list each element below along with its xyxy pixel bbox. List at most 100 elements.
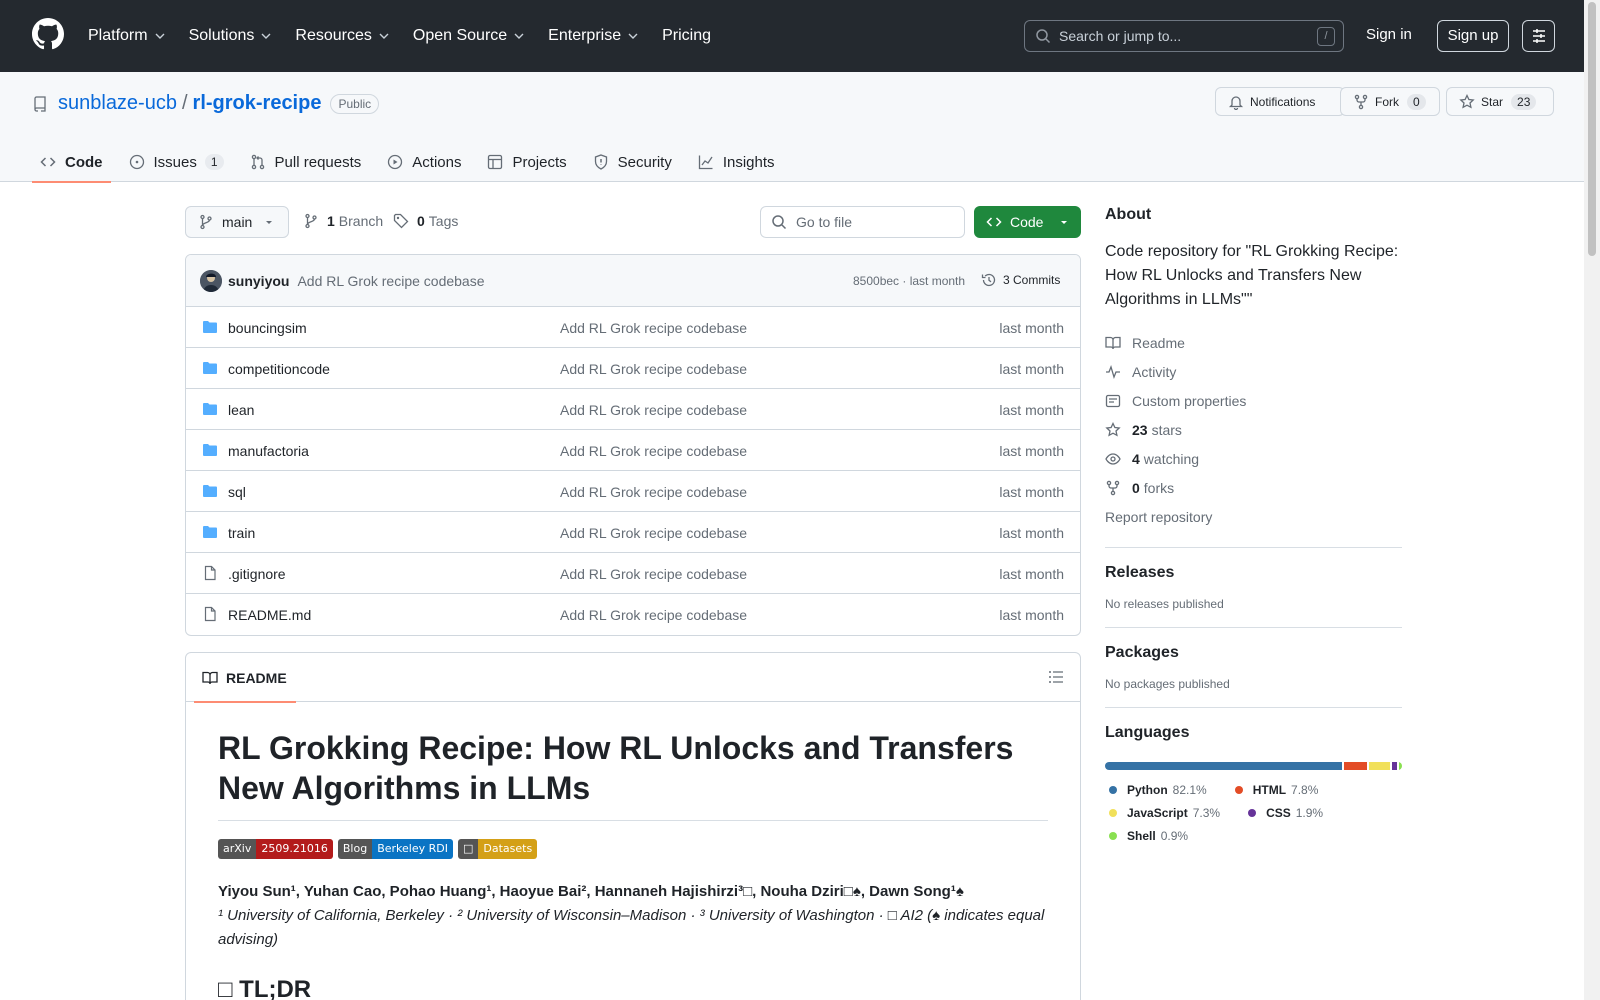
language-name: JavaScript	[1127, 805, 1188, 820]
releases-heading[interactable]: Releases	[1105, 564, 1402, 582]
avatar[interactable]	[200, 269, 222, 292]
branch-selector[interactable]: main	[185, 206, 289, 238]
language-name: CSS	[1266, 805, 1291, 820]
stars-count: 23	[1132, 421, 1148, 438]
watchers-link[interactable]: 4 watching	[1105, 444, 1402, 473]
branches-link[interactable]: 1 Branch	[303, 213, 383, 229]
code-dropdown-button[interactable]: Code	[974, 206, 1081, 238]
file-row[interactable]: manufactoria Add RL Grok recipe codebase l…	[186, 430, 1080, 471]
file-name-link[interactable]: train	[228, 525, 255, 541]
tab-code[interactable]: Code	[32, 142, 111, 183]
forks-link[interactable]: 0 forks	[1105, 473, 1402, 502]
forks-count: 0	[1132, 479, 1140, 496]
tab-projects[interactable]: Projects	[479, 142, 574, 182]
tab-pull-requests[interactable]: Pull requests	[242, 142, 370, 182]
language-percent: 0.9%	[1160, 828, 1189, 843]
language-percent: 82.1%	[1172, 782, 1207, 797]
file-commit-message[interactable]: Add RL Grok recipe codebase	[560, 361, 747, 377]
readme-link[interactable]: Readme	[1105, 328, 1402, 357]
chevron-down-icon	[514, 33, 524, 39]
commit-author-link[interactable]: sunyiyou	[228, 273, 289, 289]
search-input[interactable]: Search or jump to... /	[1024, 20, 1344, 52]
report-repository-link[interactable]: Report repository	[1105, 502, 1402, 531]
file-row[interactable]: .gitignore Add RL Grok recipe codebase las…	[186, 553, 1080, 594]
notifications-button[interactable]: Notifications	[1215, 87, 1345, 116]
file-row[interactable]: lean Add RL Grok recipe codebase last mont…	[186, 389, 1080, 430]
tab-issues[interactable]: Issues 1	[121, 142, 232, 182]
file-commit-message[interactable]: Add RL Grok recipe codebase	[560, 402, 747, 418]
language-item[interactable]: Python 82.1%	[1105, 778, 1207, 801]
code-icon	[986, 217, 1002, 227]
star-button[interactable]: Star 23	[1446, 87, 1554, 116]
visibility-badge: Public	[330, 93, 380, 114]
file-name-link[interactable]: README.md	[228, 607, 311, 623]
about-heading: About	[1105, 206, 1152, 223]
divider	[1105, 547, 1402, 548]
readme-badge[interactable]: arXiv 2509.21016	[218, 839, 333, 859]
language-name: HTML	[1252, 782, 1287, 797]
file-commit-message[interactable]: Add RL Grok recipe codebase	[560, 525, 747, 541]
go-to-file-input[interactable]: Go to file	[760, 206, 965, 238]
about-description: Code repository for "RL Grokking Recipe:…	[1105, 243, 1399, 308]
file-name-link[interactable]: bouncingsim	[228, 320, 307, 336]
tag-label: Tags	[428, 213, 459, 229]
file-row[interactable]: bouncingsim Add RL Grok recipe codebase la…	[186, 307, 1080, 348]
file-commit-message[interactable]: Add RL Grok recipe codebase	[560, 484, 747, 500]
outline-button[interactable]	[1048, 669, 1064, 685]
language-item[interactable]: JavaScript 7.3%	[1105, 801, 1220, 824]
file-name-link[interactable]: sql	[228, 484, 246, 500]
readme-body: RL Grokking Recipe: How RL Unlocks and T…	[186, 728, 1080, 1000]
sign-in-link[interactable]: Sign in	[1366, 26, 1412, 43]
fork-button[interactable]: Fork 0	[1340, 87, 1440, 116]
file-row[interactable]: README.md Add RL Grok recipe codebase last…	[186, 594, 1080, 635]
readme-badge[interactable]: Blog Berkeley RDI	[337, 839, 453, 859]
nav-solutions[interactable]: Solutions	[189, 27, 273, 45]
file-name-link[interactable]: .gitignore	[228, 566, 286, 582]
github-logo-icon[interactable]	[32, 18, 64, 50]
packages-heading[interactable]: Packages	[1105, 644, 1402, 662]
language-bar-segment	[1344, 762, 1367, 770]
nav-resources[interactable]: Resources	[295, 27, 389, 45]
commits-history-link[interactable]: 3 Commits	[981, 272, 1060, 288]
language-item[interactable]: HTML 7.8%	[1231, 778, 1319, 801]
readme-badge[interactable]: □ Datasets	[457, 839, 538, 859]
commit-message-link[interactable]: Add RL Grok recipe codebase	[297, 273, 484, 289]
file-name-link[interactable]: competitioncode	[228, 361, 330, 377]
menu-button[interactable]	[1522, 20, 1555, 52]
file-row[interactable]: train Add RL Grok recipe codebase last mon…	[186, 512, 1080, 553]
tab-security[interactable]: Security	[585, 142, 680, 182]
branch-icon	[305, 213, 317, 229]
pull-request-icon	[251, 154, 264, 170]
file-name-link[interactable]: lean	[228, 402, 254, 418]
language-item[interactable]: Shell 0.9%	[1105, 824, 1188, 847]
file-commit-message[interactable]: Add RL Grok recipe codebase	[560, 607, 747, 623]
tab-label: Projects	[512, 153, 567, 171]
tab-insights[interactable]: Insights	[690, 142, 783, 182]
readme-tab[interactable]: README	[194, 653, 296, 703]
sign-up-button[interactable]: Sign up	[1437, 20, 1509, 52]
nav-platform[interactable]: Platform	[88, 27, 166, 45]
scrollbar-thumb[interactable]	[1588, 2, 1596, 256]
file-commit-message[interactable]: Add RL Grok recipe codebase	[560, 566, 747, 582]
repo-owner-link[interactable]: sunblaze-ucb	[58, 92, 177, 115]
nav-open-source[interactable]: Open Source	[413, 27, 525, 45]
file-commit-message[interactable]: Add RL Grok recipe codebase	[560, 443, 747, 459]
nav-enterprise[interactable]: Enterprise	[548, 27, 639, 45]
repo-name-link[interactable]: rl-grok-recipe	[193, 92, 322, 115]
file-row[interactable]: competitioncode Add RL Grok recipe codeba…	[186, 348, 1080, 389]
custom-properties-link[interactable]: Custom properties	[1105, 386, 1402, 415]
activity-link[interactable]: Activity	[1105, 357, 1402, 386]
file-row[interactable]: sql Add RL Grok recipe codebase last month	[186, 471, 1080, 512]
nav-pricing[interactable]: Pricing	[662, 27, 711, 45]
stars-link[interactable]: 23 stars	[1105, 415, 1402, 444]
branch-label: Branch	[338, 213, 384, 229]
tags-link[interactable]: 0 Tags	[393, 213, 458, 229]
page-scrollbar[interactable]	[1584, 0, 1600, 1000]
language-name: Python	[1127, 782, 1168, 797]
tab-actions[interactable]: Actions	[379, 142, 469, 182]
file-name-link[interactable]: manufactoria	[228, 443, 309, 459]
commit-hash-time[interactable]: 8500bec · last month	[853, 274, 965, 288]
file-commit-message[interactable]: Add RL Grok recipe codebase	[560, 320, 747, 336]
language-percent: 7.8%	[1291, 782, 1319, 797]
language-item[interactable]: CSS 1.9%	[1244, 801, 1323, 824]
